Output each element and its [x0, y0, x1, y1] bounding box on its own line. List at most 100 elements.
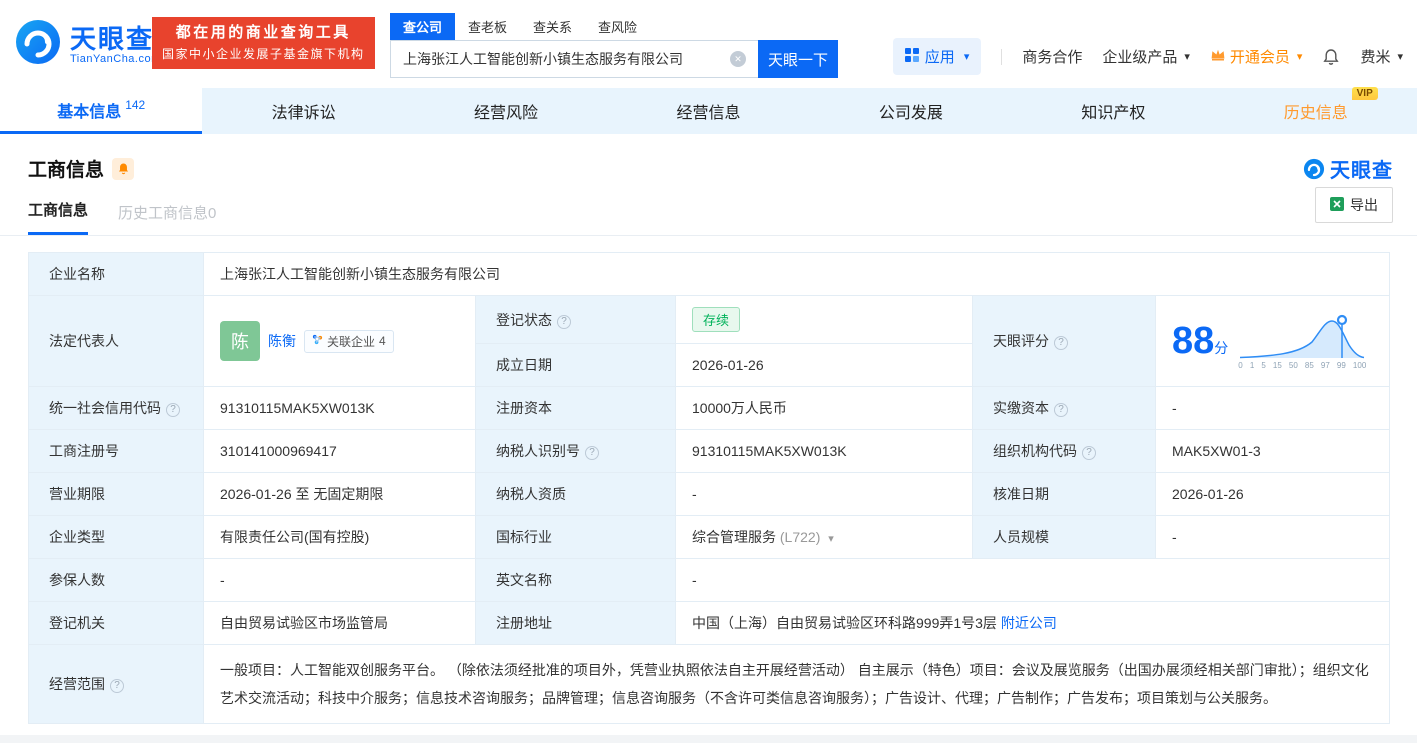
tab-business-risk[interactable]: 经营风险 — [405, 88, 607, 134]
excel-icon — [1330, 196, 1344, 214]
english-name-label: 英文名称 — [475, 558, 676, 602]
business-term-label: 营业期限 — [28, 472, 204, 516]
english-name-value: - — [674, 558, 1391, 602]
avatar[interactable]: 陈 — [220, 321, 260, 361]
table-row: 企业类型 有限责任公司(国有控股) 国标行业 综合管理服务 (L722) ▾ 人… — [28, 515, 1391, 559]
help-icon[interactable] — [1054, 403, 1068, 417]
taxpayer-quality-label: 纳税人资质 — [475, 472, 676, 516]
tab-legal-proceedings[interactable]: 法律诉讼 — [202, 88, 404, 134]
tab-intellectual-property[interactable]: 知识产权 — [1012, 88, 1214, 134]
related-companies-text: 关联企业 — [327, 334, 376, 349]
reg-address-value: 中国（上海）自由贸易试验区环科路999弄1号3层 附近公司 — [674, 601, 1391, 645]
search-input[interactable]: 上海张江人工智能创新小镇生态服务有限公司 — [390, 40, 758, 78]
taxpayer-id-value: 91310115MAK5XW013K — [675, 429, 973, 473]
company-name-value: 上海张江人工智能创新小镇生态服务有限公司 — [202, 252, 1391, 296]
tianyancha-logo-icon — [14, 18, 62, 71]
watermark-icon — [1303, 158, 1325, 179]
establish-date-value: 2026-01-26 — [675, 343, 973, 387]
legal-rep-link[interactable]: 陈衡 — [268, 331, 296, 351]
reg-number-value: 310141000969417 — [203, 429, 476, 473]
tab-basic-info-label: 基本信息 — [57, 103, 122, 121]
reg-status-label: 登记状态 — [475, 295, 676, 344]
staff-size-label: 人员规模 — [972, 515, 1156, 559]
related-companies-count: 4 — [379, 334, 386, 348]
search-tab-boss[interactable]: 查老板 — [455, 13, 520, 40]
vip-badge: VIP — [1351, 87, 1378, 100]
table-row: 登记机关 自由贸易试验区市场监管局 注册地址 中国（上海）自由贸易试验区环科路9… — [28, 601, 1391, 645]
subscribe-bell-icon[interactable] — [112, 157, 135, 180]
search-button[interactable]: 天眼一下 — [758, 40, 838, 78]
crown-icon — [1210, 48, 1226, 65]
apps-grid-icon — [904, 47, 919, 66]
table-row: 经营范围 一般项目：人工智能双创服务平台。 （除依法须经批准的项目外，凭营业执照… — [28, 644, 1391, 724]
tianyancha-watermark: 天眼查 — [1303, 154, 1393, 183]
export-label: 导出 — [1350, 197, 1378, 213]
table-row: 统一社会信用代码 91310115MAK5XW013K 注册资本 10000万人… — [28, 386, 1391, 430]
score-axis: 01 5 15 50 85 97 99 100 — [1238, 361, 1367, 370]
top-right-menu: 应用 商务合作 企业级产品 开通会员 费米 — [892, 38, 1403, 75]
enterprise-products-label: 企业级产品 — [1102, 49, 1178, 66]
help-icon[interactable] — [1054, 336, 1068, 350]
chevron-down-icon[interactable]: ▾ — [828, 533, 834, 545]
search-block: 查公司 查老板 查关系 查风险 上海张江人工智能创新小镇生态服务有限公司 天眼一… — [390, 13, 838, 78]
search-tabs: 查公司 查老板 查关系 查风险 — [390, 13, 838, 40]
search-tab-risk[interactable]: 查风险 — [585, 13, 650, 40]
apps-button[interactable]: 应用 — [892, 38, 982, 75]
legal-rep-label: 法定代表人 — [28, 295, 204, 387]
business-scope-value: 一般项目：人工智能双创服务平台。 （除依法须经批准的项目外，凭营业执照依法自主开… — [202, 644, 1391, 724]
help-icon[interactable] — [557, 314, 571, 329]
business-cooperation-link[interactable]: 商务合作 — [1022, 46, 1082, 67]
org-code-label: 组织机构代码 — [972, 429, 1156, 473]
section-header: 工商信息 天眼查 — [0, 134, 1417, 183]
paid-capital-value: - — [1154, 386, 1391, 430]
subtabs: 工商信息 历史工商信息0 导出 — [0, 187, 1417, 236]
help-icon[interactable] — [110, 679, 124, 693]
tab-business-info[interactable]: 经营信息 — [607, 88, 809, 134]
brand-slogan: 都在用的商业查询工具 国家中小企业发展子基金旗下机构 — [152, 17, 375, 69]
legal-rep-cell: 陈 陈衡 关联企业 4 — [203, 295, 476, 387]
org-code-value: MAK5XW01-3 — [1154, 429, 1391, 473]
subtab-history-business-info[interactable]: 历史工商信息0 — [118, 202, 216, 235]
vip-membership-link[interactable]: 开通会员 — [1210, 46, 1303, 67]
tianyancha-company-page: 天眼查 TianYanCha.com 都在用的商业查询工具 国家中小企业发展子基… — [0, 0, 1417, 743]
table-row: 法定代表人 陈 陈衡 关联企业 4 登记状态? 存续 天眼评分? 88分 0 1… — [28, 295, 1391, 387]
enterprise-products-link[interactable]: 企业级产品 — [1102, 46, 1190, 67]
tab-history-info-label: 历史信息 — [1283, 105, 1348, 122]
table-row: 企业名称 上海张江人工智能创新小镇生态服务有限公司 — [28, 252, 1391, 296]
reg-capital-value: 10000万人民币 — [675, 386, 973, 430]
reg-authority-label: 登记机关 — [28, 601, 204, 645]
search-tab-company[interactable]: 查公司 — [390, 13, 456, 40]
table-row: 工商注册号 310141000969417 纳税人识别号 91310115MAK… — [28, 429, 1391, 473]
vip-label: 开通会员 — [1229, 49, 1290, 66]
nearby-companies-link[interactable]: 附近公司 — [1001, 615, 1057, 631]
tab-basic-info[interactable]: 基本信息 142 — [0, 88, 203, 134]
help-icon[interactable] — [166, 403, 180, 417]
help-icon[interactable] — [1082, 446, 1096, 460]
paid-capital-label: 实缴资本 — [972, 386, 1156, 430]
tab-basic-info-count: 142 — [125, 97, 146, 112]
clear-icon[interactable] — [730, 51, 746, 67]
user-menu[interactable]: 费米 — [1360, 46, 1403, 67]
related-companies-tag[interactable]: 关联企业 4 — [304, 329, 394, 353]
taxpayer-id-label: 纳税人识别号 — [475, 429, 676, 473]
subtab-business-info[interactable]: 工商信息 — [28, 199, 89, 235]
approval-date-value: 2026-01-26 — [1154, 472, 1391, 516]
credit-code-label: 统一社会信用代码 — [28, 386, 204, 430]
notification-bell-icon[interactable] — [1322, 48, 1340, 66]
tianyancha-logo[interactable]: 天眼查 TianYanCha.com — [14, 18, 161, 71]
tab-history-info[interactable]: 历史信息 VIP — [1215, 87, 1417, 134]
export-button[interactable]: 导出 — [1315, 187, 1393, 223]
help-icon[interactable] — [585, 446, 599, 460]
top-header: 天眼查 TianYanCha.com 都在用的商业查询工具 国家中小企业发展子基… — [0, 0, 1417, 88]
search-tab-relation[interactable]: 查关系 — [520, 13, 585, 40]
score-value: 88 — [1172, 320, 1215, 362]
slogan-line2: 国家中小企业发展子基金旗下机构 — [162, 47, 365, 61]
next-section-edge — [0, 735, 1417, 743]
tab-company-development[interactable]: 公司发展 — [810, 88, 1012, 134]
reg-status-value: 存续 — [675, 295, 973, 344]
brand-name: 天眼查 — [70, 23, 155, 54]
business-term-value: 2026-01-26 至 无固定期限 — [203, 472, 476, 516]
apps-label: 应用 — [924, 49, 955, 66]
section-title: 工商信息 — [28, 160, 105, 181]
industry-value: 综合管理服务 (L722) ▾ — [675, 515, 973, 559]
